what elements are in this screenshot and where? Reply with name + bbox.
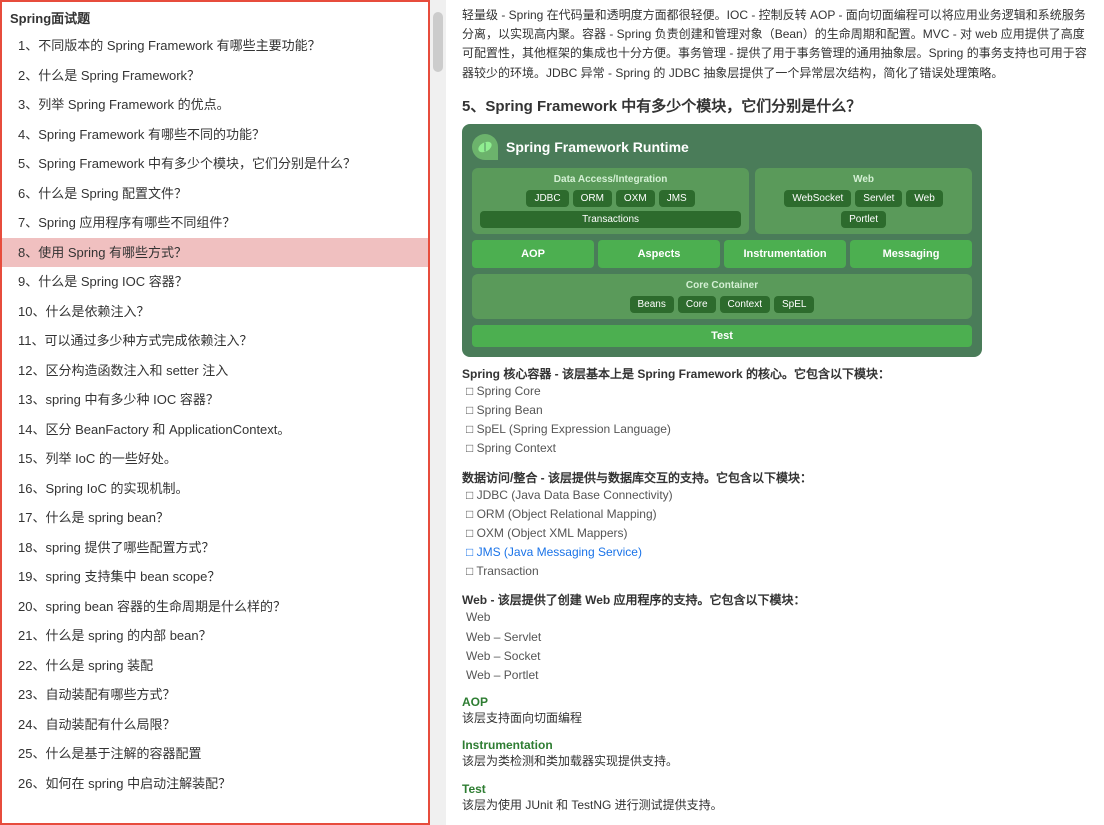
test-bar: Test [472,325,972,347]
sidebar-item-9[interactable]: 9、什么是 Spring IOC 容器？ [2,267,428,297]
instrumentation-text: 该层为类检测和类加载器实现提供支持。 [462,752,1088,771]
data-access-title: Data Access/Integration [480,174,741,185]
spring-leaf-icon [472,134,498,160]
web-cells: WebSocket Servlet Web Portlet [763,190,964,228]
core-cell: Core [678,296,716,313]
messaging-cell: Messaging [850,240,972,268]
top-paragraph: 轻量级 - Spring 在代码量和透明度方面都很轻便。IOC - 控制反转 A… [462,6,1088,83]
aop-cell: AOP [472,240,594,268]
sidebar-item-20[interactable]: 20、spring bean 容器的生命周期是什么样的？ [2,592,428,622]
sidebar-item-5[interactable]: 5、Spring Framework 中有多少个模块，它们分别是什么？ [2,149,428,179]
test-text: 该层为使用 JUnit 和 TestNG 进行测试提供支持。 [462,796,1088,815]
core-cells: Beans Core Context SpEL [480,296,964,313]
web-item: Web – Servlet [462,628,1088,647]
spring-framework-diagram: Spring Framework Runtime Data Access/Int… [462,124,982,357]
data-access-item: □ ORM (Object Relational Mapping) [462,505,1088,524]
aspects-cell: Aspects [598,240,720,268]
spring-core-items: □ Spring Core□ Spring Bean□ SpEL (Spring… [462,382,1088,459]
sidebar-item-19[interactable]: 19、spring 支持集中 bean scope？ [2,562,428,592]
core-container-section: Core Container Beans Core Context SpEL [472,274,972,319]
oxm-cell: OXM [616,190,655,207]
data-access-item: □ OXM (Object XML Mappers) [462,524,1088,543]
data-access-items: □ JDBC (Java Data Base Connectivity)□ OR… [462,486,1088,582]
data-access-item: □ JDBC (Java Data Base Connectivity) [462,486,1088,505]
sidebar-item-6[interactable]: 6、什么是 Spring 配置文件？ [2,179,428,209]
context-cell: Context [720,296,770,313]
spel-cell: SpEL [774,296,814,313]
web-desc-section: Web - 该层提供了创建 Web 应用程序的支持。它包含以下模块： WebWe… [462,591,1088,685]
sidebar-item-17[interactable]: 17、什么是 spring bean？ [2,503,428,533]
web-items: WebWeb – ServletWeb – SocketWeb – Portle… [462,608,1088,685]
diagram-title: Spring Framework Runtime [506,139,689,155]
sidebar: Spring面试题 1、不同版本的 Spring Framework 有哪些主要… [0,0,430,825]
web-title: Web [763,174,964,185]
sidebar-item-3[interactable]: 3、列举 Spring Framework 的优点。 [2,90,428,120]
sidebar-item-1[interactable]: 1、不同版本的 Spring Framework 有哪些主要功能？ [2,31,428,61]
data-access-desc-section: 数据访问/整合 - 该层提供与数据库交互的支持。它包含以下模块： □ JDBC … [462,469,1088,582]
sidebar-item-10[interactable]: 10、什么是依赖注入？ [2,297,428,327]
sidebar-item-16[interactable]: 16、Spring IoC 的实现机制。 [2,474,428,504]
sidebar-item-2[interactable]: 2、什么是 Spring Framework？ [2,61,428,91]
transactions-cell: Transactions [480,211,741,228]
data-access-desc-heading: 数据访问/整合 - 该层提供与数据库交互的支持。它包含以下模块： [462,469,1088,486]
sidebar-title: Spring面试题 [2,2,428,31]
data-access-item: □ Transaction [462,562,1088,581]
web-item: Web [462,608,1088,627]
jms-cell: JMS [659,190,695,207]
websocket-cell: WebSocket [784,190,851,207]
sidebar-items-container: 1、不同版本的 Spring Framework 有哪些主要功能？2、什么是 S… [2,31,428,798]
web-cell: Web [906,190,942,207]
scroll-thumb[interactable] [433,12,443,72]
section5-heading: 5、Spring Framework 中有多少个模块，它们分别是什么？ [462,95,1088,116]
instrumentation-cell: Instrumentation [724,240,846,268]
data-access-section: Data Access/Integration JDBC ORM OXM JMS… [472,168,749,234]
content-area: 轻量级 - Spring 在代码量和透明度方面都很轻便。IOC - 控制反转 A… [446,0,1104,825]
data-access-web-row: Data Access/Integration JDBC ORM OXM JMS… [472,168,972,234]
sidebar-item-26[interactable]: 26、如何在 spring 中启动注解装配？ [2,769,428,799]
sidebar-item-25[interactable]: 25、什么是基于注解的容器配置 [2,739,428,769]
portlet-cell: Portlet [841,211,886,228]
web-item: Web – Socket [462,647,1088,666]
sidebar-item-24[interactable]: 24、自动装配有什么局限？ [2,710,428,740]
core-container-title: Core Container [480,280,964,291]
spring-core-item: □ Spring Core [462,382,1088,401]
sidebar-item-8[interactable]: 8、使用 Spring 有哪些方式？ [2,238,428,268]
servlet-cell: Servlet [855,190,902,207]
spring-core-heading: Spring 核心容器 - 该层基本上是 Spring Framework 的核… [462,365,1088,382]
aop-heading: AOP [462,695,1088,709]
sidebar-item-15[interactable]: 15、列举 IoC 的一些好处。 [2,444,428,474]
instrumentation-heading: Instrumentation [462,738,1088,752]
web-item: Web – Portlet [462,666,1088,685]
test-desc-section: Test 该层为使用 JUnit 和 TestNG 进行测试提供支持。 [462,782,1088,815]
data-access-item: □ JMS (Java Messaging Service) [462,543,1088,562]
diagram-title-row: Spring Framework Runtime [472,134,972,160]
aop-desc-section: AOP 该层支持面向切面编程 [462,695,1088,728]
sidebar-item-23[interactable]: 23、自动装配有哪些方式？ [2,680,428,710]
spring-core-item: □ Spring Context [462,439,1088,458]
sidebar-item-18[interactable]: 18、spring 提供了哪些配置方式？ [2,533,428,563]
sidebar-item-22[interactable]: 22、什么是 spring 装配 [2,651,428,681]
web-desc-heading: Web - 该层提供了创建 Web 应用程序的支持。它包含以下模块： [462,591,1088,608]
instrumentation-desc-section: Instrumentation 该层为类检测和类加载器实现提供支持。 [462,738,1088,771]
jdbc-cell: JDBC [526,190,568,207]
aop-row: AOP Aspects Instrumentation Messaging [472,240,972,268]
beans-cell: Beans [630,296,674,313]
sidebar-item-7[interactable]: 7、Spring 应用程序有哪些不同组件？ [2,208,428,238]
spring-core-item: □ Spring Bean [462,401,1088,420]
sidebar-item-11[interactable]: 11、可以通过多少种方式完成依赖注入？ [2,326,428,356]
spring-core-section: Spring 核心容器 - 该层基本上是 Spring Framework 的核… [462,365,1088,459]
sidebar-item-13[interactable]: 13、spring 中有多少种 IOC 容器？ [2,385,428,415]
center-scrollbar[interactable] [430,0,446,825]
sidebar-item-14[interactable]: 14、区分 BeanFactory 和 ApplicationContext。 [2,415,428,445]
sidebar-item-21[interactable]: 21、什么是 spring 的内部 bean？ [2,621,428,651]
sidebar-item-4[interactable]: 4、Spring Framework 有哪些不同的功能？ [2,120,428,150]
web-section: Web WebSocket Servlet Web Portlet [755,168,972,234]
spring-core-item: □ SpEL (Spring Expression Language) [462,420,1088,439]
orm-cell: ORM [573,190,612,207]
aop-text: 该层支持面向切面编程 [462,709,1088,728]
test-heading: Test [462,782,1088,796]
sidebar-item-12[interactable]: 12、区分构造函数注入和 setter 注入 [2,356,428,386]
data-access-cells: JDBC ORM OXM JMS Transactions [480,190,741,228]
